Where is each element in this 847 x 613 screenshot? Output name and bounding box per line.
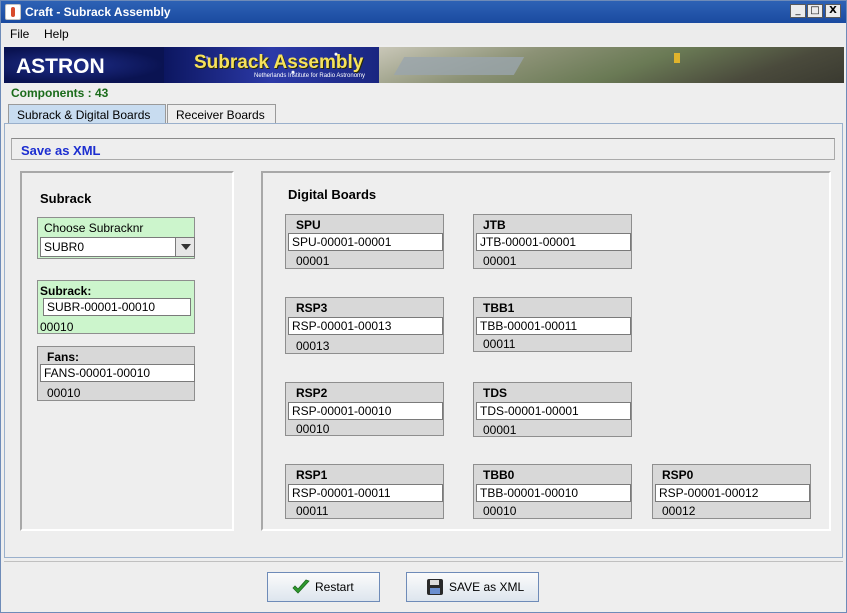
save-disk-icon (427, 579, 443, 595)
board-box: RSP0 RSP-00001-00012 00012 (652, 464, 811, 519)
board-box: RSP2 RSP-00001-00010 00010 (285, 382, 444, 436)
board-number: 00001 (296, 254, 330, 268)
check-icon (292, 579, 310, 594)
board-label: TBB1 (483, 301, 515, 315)
java-app-icon (5, 4, 21, 20)
subrack-box-label: Subrack: (40, 284, 92, 298)
close-button[interactable]: X (825, 4, 841, 18)
components-count: Components : 43 (11, 86, 109, 100)
tab-subrack-digital[interactable]: Subrack & Digital Boards (8, 104, 166, 124)
restart-button[interactable]: Restart (267, 572, 380, 602)
board-number: 00012 (662, 504, 696, 518)
board-label: SPU (296, 218, 321, 232)
tab-receiver-boards[interactable]: Receiver Boards (167, 104, 276, 124)
board-number: 00013 (296, 339, 330, 353)
menu-help[interactable]: Help (44, 27, 69, 41)
board-box: TBB1 TBB-00001-00011 00011 (473, 297, 632, 352)
restart-button-label: Restart (315, 580, 354, 594)
board-serial-field[interactable]: TBB-00001-00010 (476, 484, 631, 502)
fans-box-label: Fans: (47, 350, 80, 364)
board-box: SPU SPU-00001-00001 00001 (285, 214, 444, 269)
board-label: TBB0 (483, 468, 515, 482)
board-number: 00011 (296, 504, 329, 518)
board-label: RSP2 (296, 386, 328, 400)
photo-crane (674, 53, 680, 63)
menu-bar: File Help (1, 23, 846, 45)
board-label: TDS (483, 386, 507, 400)
board-box: RSP1 RSP-00001-00011 00011 (285, 464, 444, 519)
board-serial-field[interactable]: RSP-00001-00013 (288, 317, 443, 335)
board-number: 00010 (296, 422, 330, 436)
fans-number: 00010 (47, 386, 81, 400)
header-banner: ASTRON Subrack Assembly Netherlands Inst… (4, 47, 844, 83)
board-serial-field[interactable]: SPU-00001-00001 (288, 233, 443, 251)
choose-subrack-label: Choose Subracknr (44, 221, 144, 235)
banner-photo (379, 47, 844, 83)
board-number: 00001 (483, 254, 517, 268)
minimize-button[interactable]: _ (790, 4, 806, 18)
board-box: JTB JTB-00001-00001 00001 (473, 214, 632, 269)
board-serial-field[interactable]: JTB-00001-00001 (476, 233, 631, 251)
subrack-serial-field[interactable]: SUBR-00001-00010 (43, 298, 191, 316)
board-serial-field[interactable]: RSP-00001-00010 (288, 402, 443, 420)
board-serial-field[interactable]: TDS-00001-00001 (476, 402, 631, 420)
digital-boards-title: Digital Boards (288, 187, 377, 202)
board-label: RSP0 (662, 468, 694, 482)
subrack-number: 00010 (40, 320, 74, 334)
board-box: RSP3 RSP-00001-00013 00013 (285, 297, 444, 354)
title-bar[interactable]: Craft - Subrack Assembly _ □ X (1, 1, 846, 23)
window-title: Craft - Subrack Assembly (25, 5, 171, 19)
photo-road (393, 57, 525, 75)
board-box: TBB0 TBB-00001-00010 00010 (473, 464, 632, 519)
banner-subtitle: Netherlands Institute for Radio Astronom… (254, 73, 366, 79)
board-box: TDS TDS-00001-00001 00001 (473, 382, 632, 437)
subrack-select[interactable]: SUBR0 (40, 237, 195, 257)
status-message-bar: Save as XML (11, 138, 835, 160)
subrack-box: Subrack: SUBR-00001-00010 00010 (37, 280, 195, 334)
board-serial-field[interactable]: RSP-00001-00011 (288, 484, 443, 502)
fans-box: Fans: FANS-00001-00010 00010 (37, 346, 195, 401)
board-label: RSP3 (296, 301, 328, 315)
save-xml-button-label: SAVE as XML (449, 580, 525, 594)
board-label: JTB (483, 218, 506, 232)
choose-subrack-box: Choose Subracknr SUBR0 (37, 217, 195, 259)
fans-serial-field[interactable]: FANS-00001-00010 (40, 364, 195, 382)
subrack-select-value: SUBR0 (44, 240, 85, 254)
astron-logo: ASTRON (16, 55, 105, 78)
save-xml-button[interactable]: SAVE as XML (406, 572, 539, 602)
board-number: 00001 (483, 423, 517, 437)
board-serial-field[interactable]: TBB-00001-00011 (476, 317, 631, 335)
banner-title: Subrack Assembly (194, 52, 364, 73)
menu-file[interactable]: File (10, 27, 29, 41)
subrack-panel-title: Subrack (40, 191, 92, 206)
board-number: 00011 (483, 337, 516, 351)
maximize-button[interactable]: □ (807, 4, 823, 18)
app-window: Craft - Subrack Assembly _ □ X File Help… (0, 0, 847, 613)
board-label: RSP1 (296, 468, 328, 482)
status-message: Save as XML (21, 143, 101, 158)
board-serial-field[interactable]: RSP-00001-00012 (655, 484, 810, 502)
chevron-down-icon[interactable] (175, 238, 194, 256)
board-number: 00010 (483, 504, 517, 518)
